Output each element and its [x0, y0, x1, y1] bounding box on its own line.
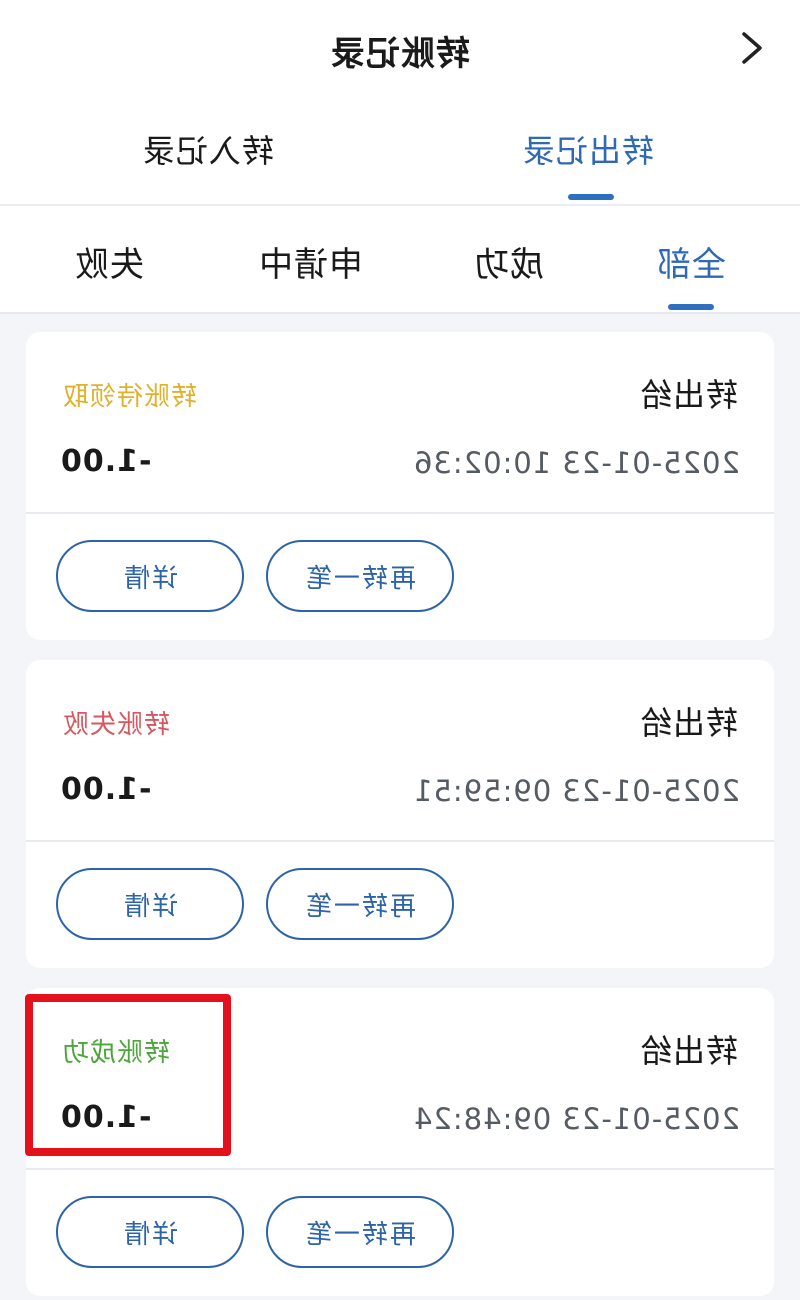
- filter-tab-pending[interactable]: 申请中: [258, 240, 363, 290]
- record-status: 转账失败: [62, 710, 171, 740]
- detail-button[interactable]: 详情: [56, 540, 244, 612]
- chevron-icon[interactable]: [732, 26, 772, 70]
- filter-indicator: [668, 304, 714, 310]
- record-recipient: 转出给: [638, 376, 738, 414]
- record-recipient: 转出给: [638, 704, 738, 742]
- record-status: 转账待领取: [62, 382, 198, 412]
- filter-tab-failed[interactable]: 失败: [74, 240, 144, 290]
- filter-tabs: 全部 成功 申请中 失败: [0, 206, 800, 314]
- detail-button[interactable]: 详情: [56, 1196, 244, 1268]
- record-time: 2025-01-23 09:48:24: [413, 1102, 740, 1136]
- top-bar: 转账记录: [0, 0, 800, 96]
- record-card: 转出给 转账失败 2025-01-23 09:59:51 -1.00 再转一笔 …: [26, 660, 774, 968]
- filter-tab-success[interactable]: 成功: [474, 240, 544, 290]
- record-card: 转出给 转账成功 2025-01-23 09:48:24 -1.00 再转一笔 …: [26, 988, 774, 1296]
- card-divider: [26, 512, 774, 514]
- transfer-again-button[interactable]: 再转一笔: [266, 868, 454, 940]
- record-time: 2025-01-23 09:59:51: [413, 774, 740, 808]
- record-amount: -1.00: [60, 772, 152, 807]
- record-amount: -1.00: [60, 1100, 152, 1135]
- record-card: 转出给 转账待领取 2025-01-23 10:02:36 -1.00 再转一笔…: [26, 332, 774, 640]
- card-divider: [26, 840, 774, 842]
- tab-indicator: [568, 194, 614, 200]
- transfer-again-button[interactable]: 再转一笔: [266, 1196, 454, 1268]
- transfer-again-button[interactable]: 再转一笔: [266, 540, 454, 612]
- record-recipient: 转出给: [638, 1032, 738, 1070]
- filter-tab-all[interactable]: 全部: [656, 240, 726, 290]
- page-title: 转账记录: [330, 34, 470, 74]
- record-amount: -1.00: [60, 444, 152, 479]
- record-status: 转账成功: [62, 1038, 171, 1068]
- detail-button[interactable]: 详情: [56, 868, 244, 940]
- card-divider: [26, 1168, 774, 1170]
- record-time: 2025-01-23 10:02:36: [413, 446, 740, 480]
- tab-transfer-in[interactable]: 转入记录: [142, 126, 274, 176]
- tab-transfer-out[interactable]: 转出记录: [522, 126, 654, 176]
- main-tabs: 转出记录 转入记录: [0, 96, 800, 206]
